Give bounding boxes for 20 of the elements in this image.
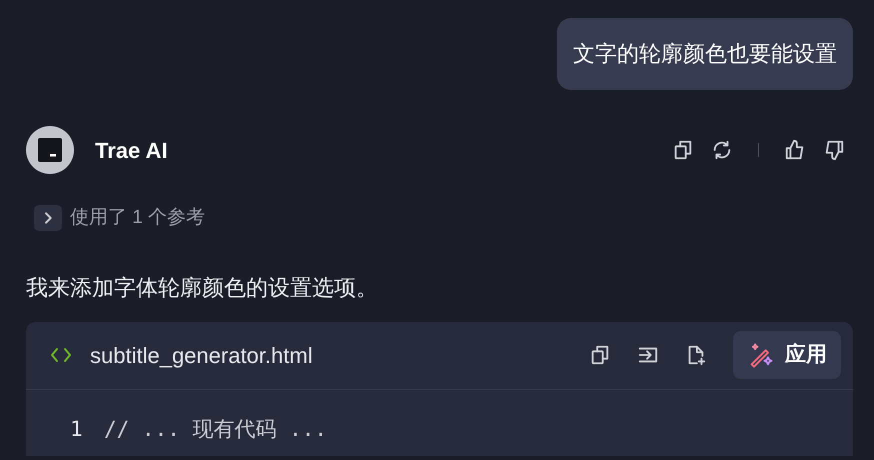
regenerate-button[interactable] bbox=[711, 139, 733, 161]
refresh-icon bbox=[711, 139, 733, 161]
code-line: // ... 现有代码 ... bbox=[104, 416, 328, 442]
terminal-logo-icon bbox=[38, 138, 62, 162]
expand-references-button[interactable] bbox=[34, 205, 62, 232]
line-number: 1 bbox=[70, 416, 84, 442]
references-label: 使用了 1 个参考 bbox=[70, 206, 206, 230]
copy-icon bbox=[589, 344, 611, 366]
copy-code-button[interactable] bbox=[589, 344, 611, 366]
assistant-name: Trae AI bbox=[95, 136, 169, 164]
file-name: subtitle_generator.html bbox=[90, 342, 314, 370]
copy-button[interactable] bbox=[672, 139, 694, 161]
user-message: 文字的轮廓颜色也要能设置 bbox=[557, 18, 853, 90]
copy-icon bbox=[672, 139, 694, 161]
assistant-message: 我来添加字体轮廓颜色的设置选项。 bbox=[26, 274, 379, 302]
thumbs-down-icon bbox=[823, 139, 845, 161]
thumbs-up-icon bbox=[784, 139, 806, 161]
apply-button[interactable]: 应用 bbox=[733, 331, 841, 379]
dislike-button[interactable] bbox=[823, 139, 845, 161]
like-button[interactable] bbox=[784, 139, 806, 161]
